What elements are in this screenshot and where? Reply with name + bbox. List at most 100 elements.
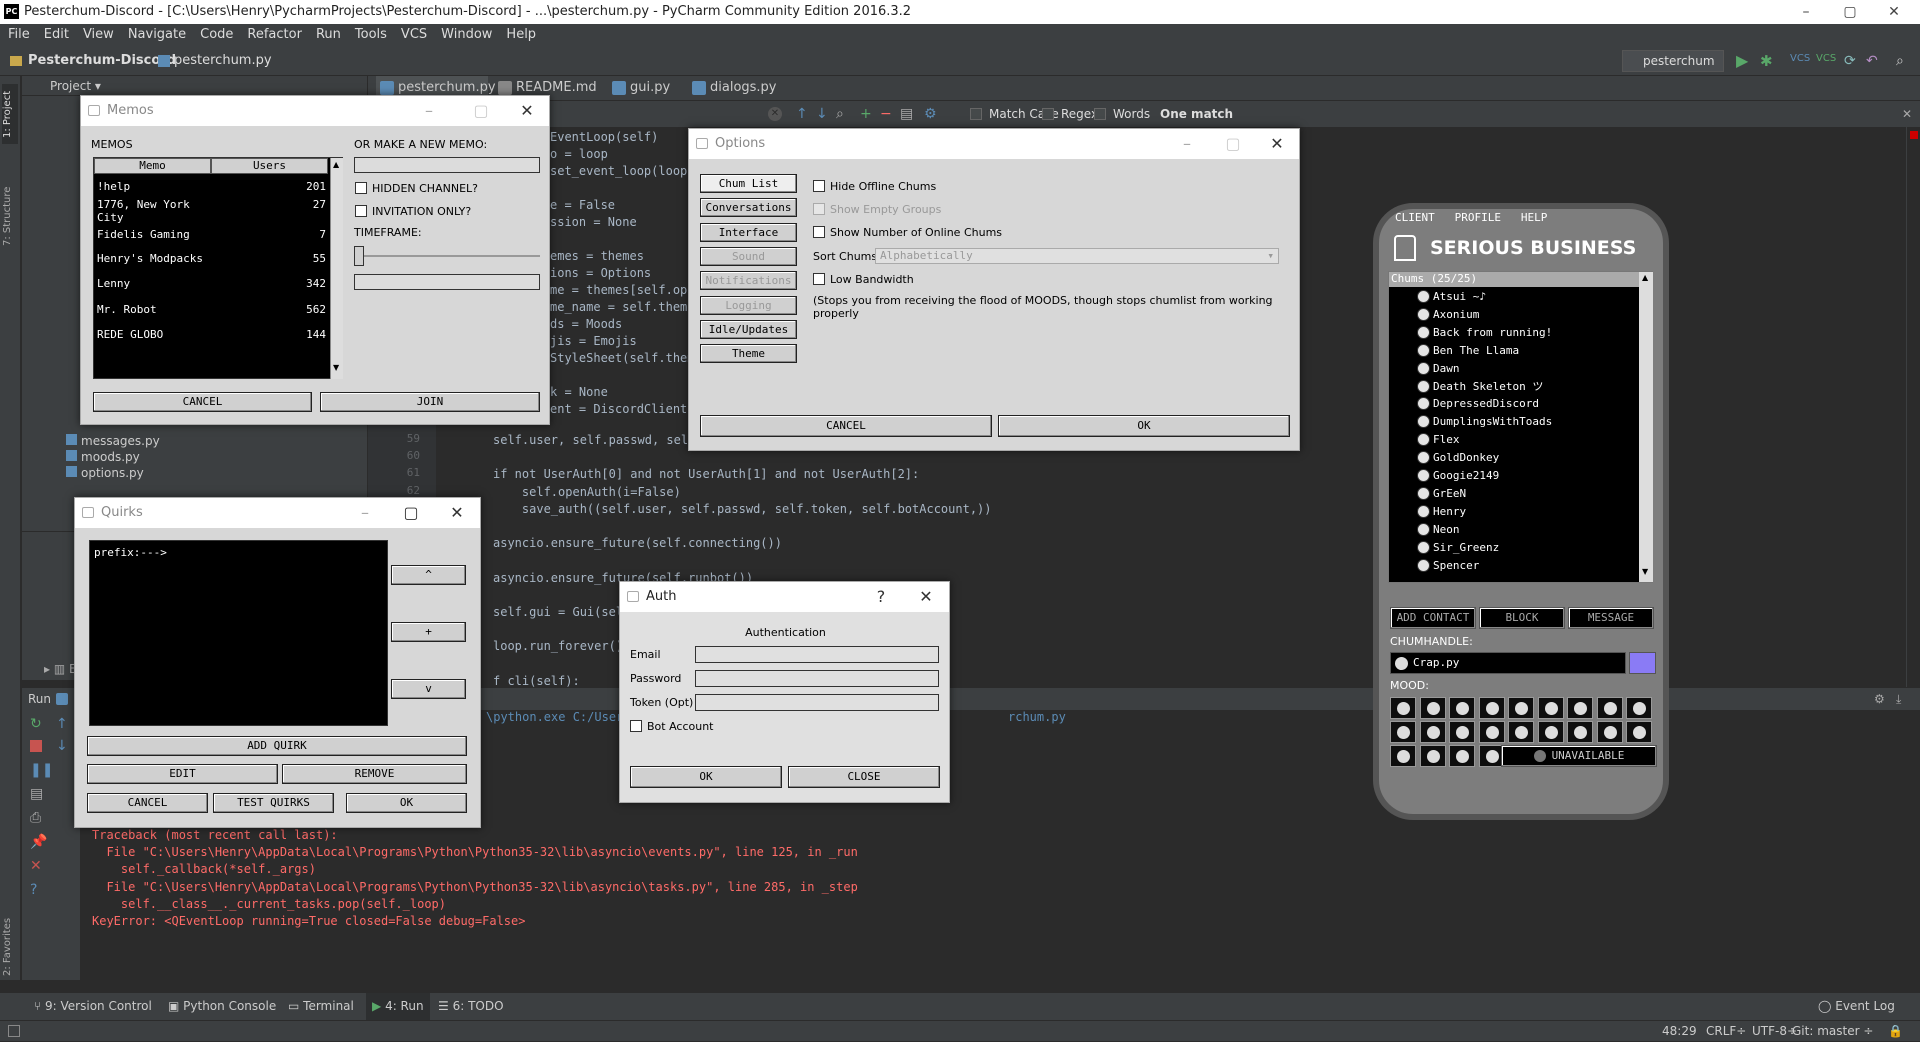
quirk-item[interactable]: prefix:---> bbox=[94, 546, 167, 559]
add-contact-button[interactable]: ADD CONTACT bbox=[1390, 607, 1476, 629]
tab-python-console[interactable]: ▣ Python Console bbox=[168, 993, 276, 1020]
ok-button[interactable]: OK bbox=[346, 793, 467, 813]
file-messages[interactable]: messages.py bbox=[66, 434, 160, 448]
previous-occurrence-icon[interactable]: ↑ bbox=[796, 101, 808, 127]
menu-edit[interactable]: Edit bbox=[36, 27, 75, 42]
mood-button[interactable] bbox=[1390, 721, 1416, 743]
vcs-update-icon[interactable]: VCS bbox=[1790, 50, 1810, 68]
help-button[interactable]: ? bbox=[863, 582, 899, 612]
test-quirks-button[interactable]: TEST QUIRKS bbox=[213, 793, 334, 813]
tab-run[interactable]: ▶ 4: Run bbox=[366, 993, 430, 1020]
bot-account-checkbox[interactable] bbox=[630, 720, 642, 732]
timeframe-input[interactable] bbox=[354, 274, 540, 290]
chum-item[interactable]: GoldDonkey bbox=[1433, 449, 1499, 467]
menu-code[interactable]: Code bbox=[192, 27, 239, 42]
close-button[interactable]: ✕ bbox=[509, 96, 545, 126]
tab-dialogs[interactable]: dialogs.py ✕ bbox=[688, 76, 788, 119]
debug-icon[interactable]: ✱ bbox=[1760, 52, 1773, 70]
scroll-up-icon[interactable]: ▲ bbox=[333, 160, 339, 169]
cancel-button[interactable]: CANCEL bbox=[700, 415, 992, 437]
invitation-only-checkbox[interactable] bbox=[355, 205, 367, 217]
ok-button[interactable]: OK bbox=[998, 415, 1290, 437]
join-button[interactable]: JOIN bbox=[320, 392, 540, 412]
pin-icon[interactable]: 📌 bbox=[30, 834, 47, 850]
memo-row[interactable]: Fidelis Gaming 7 bbox=[94, 228, 328, 250]
maximize-button[interactable]: ▢ bbox=[463, 96, 499, 126]
chum-item[interactable]: Flex bbox=[1433, 431, 1460, 449]
clear-search-icon[interactable]: ✕ bbox=[768, 107, 782, 121]
tab-idle-updates[interactable]: Idle/Updates bbox=[700, 319, 797, 339]
memo-column-header[interactable]: Memo bbox=[94, 158, 211, 174]
maximize-button[interactable]: ▢ bbox=[393, 498, 429, 528]
menu-vcs[interactable]: VCS bbox=[393, 27, 433, 42]
caret-position[interactable]: 48:29 bbox=[1662, 1021, 1697, 1042]
new-memo-input[interactable] bbox=[354, 157, 540, 173]
revert-icon[interactable]: ↶ bbox=[1866, 52, 1878, 70]
menu-client[interactable]: CLIENT bbox=[1395, 211, 1435, 224]
mood-button[interactable] bbox=[1419, 745, 1446, 767]
file-moods[interactable]: moods.py bbox=[66, 450, 140, 464]
tab-interface[interactable]: Interface bbox=[700, 222, 797, 242]
maximize-button[interactable]: ▢ bbox=[1215, 129, 1251, 159]
cancel-button[interactable]: CANCEL bbox=[87, 793, 208, 813]
mood-button[interactable] bbox=[1478, 697, 1505, 719]
history-icon[interactable]: ⟳ bbox=[1844, 52, 1856, 70]
close-dialog-button[interactable]: CLOSE bbox=[788, 766, 940, 788]
mood-button[interactable] bbox=[1567, 721, 1593, 743]
chum-item[interactable]: Atsui ~♪ bbox=[1433, 288, 1486, 306]
mood-button[interactable] bbox=[1626, 721, 1652, 743]
chum-item[interactable]: Spencer bbox=[1433, 557, 1479, 575]
mood-button[interactable] bbox=[1537, 721, 1564, 743]
chum-item[interactable]: GrEeN bbox=[1433, 485, 1466, 503]
color-picker-button[interactable] bbox=[1629, 652, 1656, 674]
git-branch[interactable]: Git: master ÷ bbox=[1792, 1021, 1873, 1042]
move-up-button[interactable]: ^ bbox=[391, 565, 466, 585]
up-icon[interactable]: ↑ bbox=[56, 716, 68, 732]
close-window-button[interactable]: ✕ bbox=[1872, 0, 1916, 24]
menu-run[interactable]: Run bbox=[308, 27, 347, 42]
chum-list-scrollbar[interactable]: ▲ ▼ bbox=[1639, 272, 1653, 582]
menu-file[interactable]: File bbox=[0, 27, 36, 42]
unavailable-mood-button[interactable]: UNAVAILABLE bbox=[1501, 745, 1657, 767]
down-icon[interactable]: ↓ bbox=[56, 738, 68, 754]
menu-profile[interactable]: PROFILE bbox=[1455, 211, 1501, 224]
project-panel-title[interactable]: Project bbox=[50, 79, 91, 93]
memo-row[interactable]: 1776, New York City 27 bbox=[94, 198, 328, 224]
chum-list[interactable]: Chums (25/25) Atsui ~♪ Axonium Back from r… bbox=[1388, 271, 1653, 583]
menu-help[interactable]: HELP bbox=[1521, 211, 1548, 224]
add-quirk-button[interactable]: ADD QUIRK bbox=[87, 736, 467, 756]
chum-group-header[interactable]: Chums (25/25) bbox=[1389, 272, 1639, 287]
rerun-icon[interactable]: ↻ bbox=[30, 716, 42, 732]
menu-refactor[interactable]: Refactor bbox=[239, 27, 308, 42]
mood-button[interactable] bbox=[1508, 697, 1534, 719]
close-find-icon[interactable]: ✕ bbox=[1902, 101, 1912, 127]
mood-button[interactable] bbox=[1596, 721, 1623, 743]
help-icon[interactable]: ? bbox=[30, 882, 37, 898]
find-all-icon[interactable]: ⌕ bbox=[836, 101, 844, 127]
close-button[interactable]: ✕ bbox=[1259, 129, 1295, 159]
mood-button[interactable] bbox=[1449, 697, 1475, 719]
chum-item[interactable]: Ben The Llama bbox=[1433, 342, 1519, 360]
layout-icon[interactable]: ▤ bbox=[30, 786, 43, 802]
remove-button[interactable]: REMOVE bbox=[282, 764, 467, 784]
memo-list[interactable]: Memo Users !help 201 1776, New York City 27… bbox=[93, 157, 343, 379]
mood-button[interactable] bbox=[1567, 697, 1593, 719]
scroll-down-icon[interactable]: ▼ bbox=[333, 363, 339, 372]
minimize-button[interactable]: – bbox=[347, 498, 383, 528]
menu-window[interactable]: Window bbox=[433, 27, 498, 42]
close-button[interactable]: ✕ bbox=[439, 498, 475, 528]
users-column-header[interactable]: Users bbox=[211, 158, 328, 174]
chum-item[interactable]: Henry bbox=[1433, 503, 1466, 521]
hidden-channel-checkbox[interactable] bbox=[355, 182, 367, 194]
match-case-checkbox[interactable] bbox=[970, 108, 982, 120]
line-separator[interactable]: CRLF÷ bbox=[1706, 1021, 1746, 1042]
low-bandwidth-checkbox[interactable] bbox=[813, 273, 825, 285]
tab-theme[interactable]: Theme bbox=[700, 344, 797, 364]
scroll-down-icon[interactable]: ▼ bbox=[1642, 567, 1648, 576]
mood-button[interactable] bbox=[1626, 697, 1652, 719]
token-field[interactable] bbox=[695, 694, 939, 711]
mood-button[interactable] bbox=[1537, 697, 1564, 719]
email-field[interactable] bbox=[695, 646, 939, 663]
add-group-button[interactable]: + bbox=[391, 622, 466, 642]
minimize-button[interactable]: – bbox=[1169, 129, 1205, 159]
